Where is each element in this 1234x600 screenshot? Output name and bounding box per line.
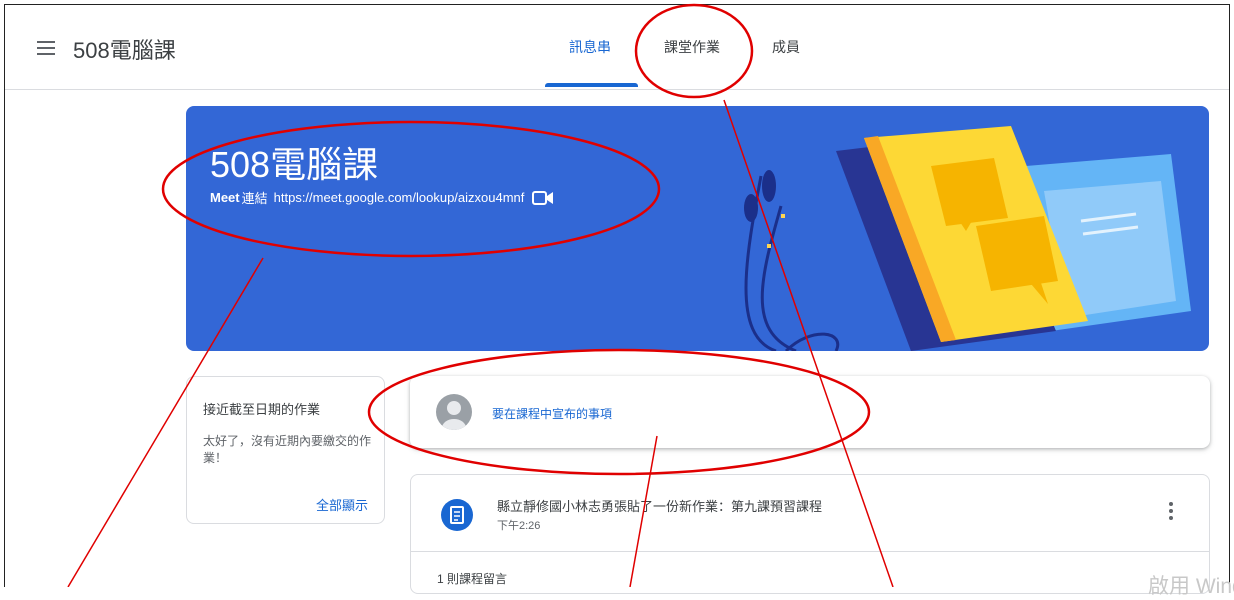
headphones-illustration — [744, 170, 840, 351]
windows-activation-watermark: 啟用 Windows — [1148, 575, 1234, 598]
hamburger-menu-icon[interactable] — [37, 41, 55, 55]
assignment-icon — [441, 499, 473, 531]
class-comments-link[interactable]: 1 則課程留言 — [437, 570, 507, 587]
view-all-link[interactable]: 全部顯示 — [316, 495, 368, 514]
post-divider — [411, 551, 1209, 552]
announcement-placeholder[interactable]: 要在課程中宣布的事項 — [492, 405, 612, 422]
banner-class-title: 508電腦課 — [210, 144, 379, 185]
upcoming-work-message: 太好了，沒有近期內要繳交的作業！ — [203, 434, 372, 465]
meet-link-row: Meet 連結 https://meet.google.com/lookup/a… — [210, 188, 554, 207]
book-yellow-illustration — [836, 126, 1088, 351]
assignment-post-card[interactable]: 縣立靜修國小林志勇張貼了一份新作業：第九課預習課程 下午2:26 1 則課程留言 — [410, 474, 1210, 594]
meet-link[interactable]: https://meet.google.com/lookup/aizxou4mn… — [274, 190, 525, 205]
upcoming-work-card: 接近截至日期的作業 太好了，沒有近期內要繳交的作業！ 全部顯示 — [186, 376, 385, 524]
more-options-icon[interactable] — [1168, 502, 1174, 524]
user-avatar-icon — [442, 401, 466, 430]
post-title[interactable]: 縣立靜修國小林志勇張貼了一份新作業：第九課預習課程 — [497, 496, 822, 515]
tab-stream[interactable]: 訊息串 — [569, 37, 611, 57]
meet-label-suffix: 連結 — [241, 191, 268, 206]
post-time: 下午2:26 — [497, 520, 541, 532]
class-name-title[interactable]: 508電腦課 — [73, 33, 176, 65]
top-app-bar: 508電腦課 訊息串 課堂作業 成員 — [5, 5, 1229, 90]
active-tab-indicator — [545, 83, 638, 87]
class-banner: 508電腦課 Meet 連結 https://meet.google.com/l… — [186, 106, 1209, 351]
video-camera-icon[interactable] — [532, 190, 554, 205]
tab-classwork[interactable]: 課堂作業 — [664, 37, 720, 57]
announcement-composer[interactable]: 要在課程中宣布的事項 — [410, 376, 1210, 448]
avatar — [436, 394, 472, 430]
tab-people[interactable]: 成員 — [772, 37, 800, 57]
upcoming-work-title: 接近截至日期的作業 — [203, 402, 321, 417]
meet-label: Meet — [210, 190, 240, 205]
